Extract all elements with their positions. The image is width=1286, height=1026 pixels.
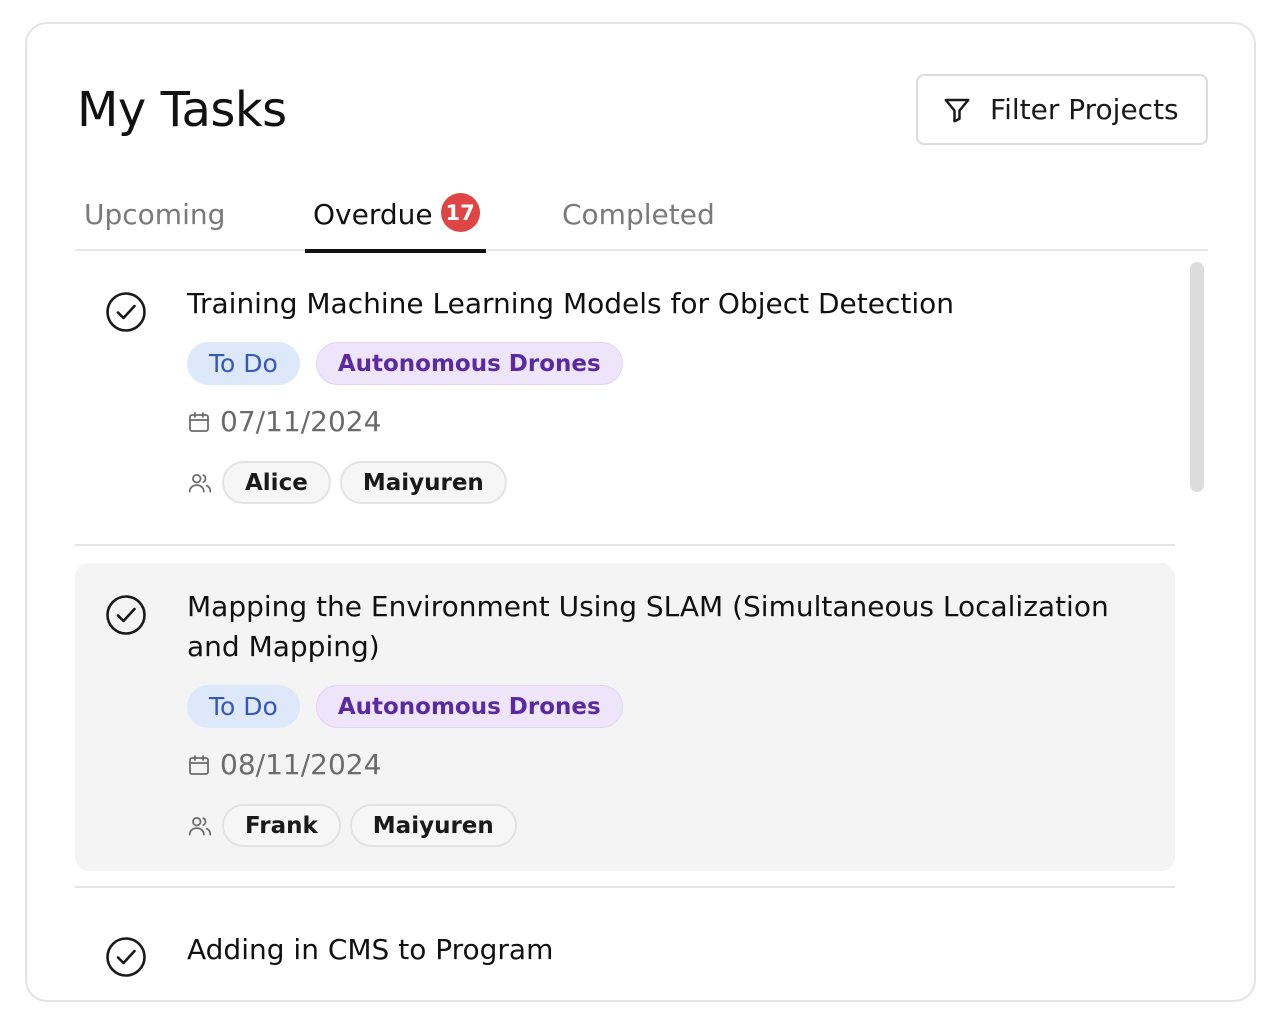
assignee-chip[interactable]: Frank	[222, 804, 341, 847]
task-tags: To Do Autonomous Drones	[187, 685, 623, 728]
filter-projects-label: Filter Projects	[990, 93, 1179, 126]
project-chip: Autonomous Drones	[315, 342, 623, 385]
assignees: Alice Maiyuren	[187, 461, 507, 504]
filter-projects-button[interactable]: Filter Projects	[916, 74, 1208, 145]
calendar-icon	[189, 411, 209, 432]
due-date: 08/11/2024	[187, 748, 381, 781]
assignees: Frank Maiyuren	[187, 804, 517, 847]
divider	[75, 886, 1175, 888]
project-chip: Autonomous Drones	[315, 685, 623, 728]
assignee-chip[interactable]: Alice	[222, 461, 331, 504]
due-date-text: 08/11/2024	[220, 748, 382, 781]
tab-completed[interactable]: Completed	[562, 189, 715, 251]
task-item[interactable]: Mapping the Environment Using SLAM (Simu…	[75, 563, 1175, 871]
users-icon	[188, 816, 212, 836]
task-title: Adding in CMS to Program	[187, 933, 554, 966]
tab-upcoming[interactable]: Upcoming	[84, 189, 225, 251]
overdue-count-badge: 17	[440, 193, 480, 232]
status-chip: To Do	[187, 342, 300, 385]
page-title: My Tasks	[77, 82, 287, 138]
tasks-card: My Tasks Filter Projects Upcoming Overdu…	[25, 22, 1256, 1002]
tab-overdue-label: Overdue	[313, 198, 433, 231]
complete-check-icon[interactable]	[105, 936, 147, 978]
calendar-icon	[189, 754, 209, 775]
assignee-chip[interactable]: Maiyuren	[349, 804, 517, 847]
tab-upcoming-label: Upcoming	[84, 198, 226, 231]
task-item[interactable]: Adding in CMS to Program	[75, 906, 1175, 1026]
complete-check-icon[interactable]	[105, 291, 147, 333]
tab-overdue[interactable]: Overdue 17	[305, 189, 486, 253]
task-tabs: Upcoming Overdue 17 Completed	[75, 189, 1208, 253]
due-date: 07/11/2024	[187, 405, 381, 438]
task-item[interactable]: Training Machine Learning Models for Obj…	[75, 262, 1175, 544]
task-tags: To Do Autonomous Drones	[187, 342, 623, 385]
due-date-text: 07/11/2024	[220, 405, 382, 438]
tab-completed-label: Completed	[562, 198, 715, 231]
filter-icon	[944, 98, 970, 122]
scrollbar-thumb[interactable]	[1190, 262, 1204, 492]
status-chip: To Do	[187, 685, 300, 728]
users-icon	[188, 473, 212, 493]
assignee-chip[interactable]: Maiyuren	[339, 461, 507, 504]
task-title: Mapping the Environment Using SLAM (Simu…	[187, 590, 1109, 663]
task-title: Training Machine Learning Models for Obj…	[187, 287, 955, 320]
complete-check-icon[interactable]	[105, 594, 147, 636]
divider	[75, 544, 1175, 546]
